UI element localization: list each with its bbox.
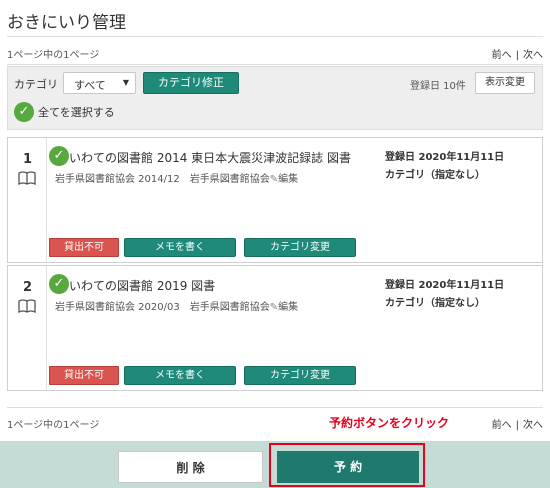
pager-top: 1ページ中の1ページ 前へ | 次へ	[7, 42, 543, 64]
item-publisher-text: 岩手県図書館協会 2014/12 岩手県図書館協会	[55, 174, 270, 185]
check-circle-icon[interactable]: ✓	[49, 146, 69, 166]
item-category: カテゴリ（指定なし）	[385, 170, 485, 181]
status-badge: 貸出不可	[49, 366, 119, 385]
display-change-button[interactable]: 表示変更	[475, 72, 535, 94]
pager-links: 前へ | 次へ	[492, 416, 543, 431]
next-link[interactable]: 次へ	[523, 420, 543, 431]
item-category: カテゴリ（指定なし）	[385, 298, 485, 309]
write-memo-button[interactable]: メモを書く	[124, 366, 236, 385]
page-info: 1ページ中の1ページ	[7, 50, 100, 61]
registered-count: 登録日 10件	[410, 81, 466, 92]
toolbar: カテゴリ すべて ▼ カテゴリ修正 登録日 10件 表示変更 ✓ 全てを選択する	[7, 66, 543, 130]
item-publisher-text: 岩手県図書館協会 2020/03 岩手県図書館協会	[55, 302, 270, 313]
item-editor-suffix: 編集	[278, 174, 299, 185]
item-publisher: 岩手県図書館協会 2020/03 岩手県図書館協会✎編集	[55, 298, 298, 313]
favorites-page: おきにいり管理 1ページ中の1ページ 前へ | 次へ カテゴリ すべて ▼ カテゴリ…	[0, 0, 550, 488]
change-category-button[interactable]: カテゴリ変更	[244, 238, 356, 257]
category-select-value: すべて	[74, 79, 106, 92]
item-registered-date: 登録日 2020年11月11日	[385, 280, 505, 291]
category-label: カテゴリ	[14, 78, 58, 91]
page-info: 1ページ中の1ページ	[7, 420, 100, 431]
action-footer: 削 除 予 約	[0, 441, 550, 488]
category-edit-button[interactable]: カテゴリ修正	[143, 72, 239, 94]
list-item: 1 ✓ いわての図書館 2014 東日本大震災津波記録誌 図書 岩手県図書館協会…	[7, 137, 543, 263]
pager-separator: |	[515, 50, 519, 61]
list-item: 2 ✓ いわての図書館 2019 図書 岩手県図書館協会 2020/03 岩手県…	[7, 265, 543, 391]
prev-link[interactable]: 前へ	[492, 50, 512, 61]
change-category-button[interactable]: カテゴリ変更	[244, 366, 356, 385]
select-all[interactable]: ✓ 全てを選択する	[14, 101, 115, 122]
page-title: おきにいり管理	[7, 13, 126, 33]
pager-links: 前へ | 次へ	[492, 46, 543, 61]
item-title[interactable]: いわての図書館 2014 東日本大震災津波記録誌 図書	[69, 149, 351, 166]
next-link[interactable]: 次へ	[523, 50, 543, 61]
reserve-button[interactable]: 予 約	[277, 451, 419, 483]
dropdown-arrow-icon: ▼	[122, 78, 129, 87]
bottom-divider	[7, 407, 543, 408]
write-memo-button[interactable]: メモを書く	[124, 238, 236, 257]
prev-link[interactable]: 前へ	[492, 420, 512, 431]
status-badge: 貸出不可	[49, 238, 119, 257]
check-circle-icon[interactable]: ✓	[49, 274, 69, 294]
title-divider	[7, 36, 543, 37]
item-publisher: 岩手県図書館協会 2014/12 岩手県図書館協会✎編集	[55, 170, 298, 185]
pencil-icon: ✎	[269, 174, 279, 185]
delete-button[interactable]: 削 除	[118, 451, 263, 483]
item-number: 2	[22, 280, 33, 295]
item-editor-suffix: 編集	[278, 302, 299, 313]
pager-divider	[7, 64, 543, 65]
item-number-column: 2	[8, 266, 47, 390]
item-number: 1	[22, 152, 33, 167]
pencil-icon: ✎	[269, 302, 279, 313]
pager-separator: |	[515, 420, 519, 431]
item-number-column: 1	[8, 138, 47, 262]
check-circle-icon[interactable]: ✓	[14, 101, 34, 122]
item-registered-date: 登録日 2020年11月11日	[385, 152, 505, 163]
select-all-label: 全てを選択する	[38, 105, 115, 119]
category-select[interactable]: すべて ▼	[63, 72, 136, 94]
instruction-callout: 予約ボタンをクリック	[311, 413, 467, 433]
item-title[interactable]: いわての図書館 2019 図書	[69, 277, 215, 294]
book-icon	[18, 171, 36, 185]
book-icon	[18, 299, 36, 313]
